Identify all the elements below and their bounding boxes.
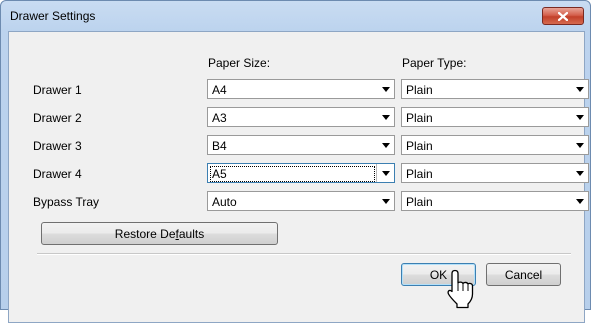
chevron-down-icon <box>377 192 394 210</box>
bypass-tray-paper-size-value: Auto <box>212 195 237 209</box>
drawer-3-paper-size-value: B4 <box>212 139 227 153</box>
bypass-tray-paper-type-value: Plain <box>406 195 433 209</box>
chevron-down-icon <box>377 80 394 98</box>
drawer-3-label: Drawer 3 <box>33 139 82 153</box>
restore-defaults-button[interactable]: Restore Defaults <box>41 222 278 245</box>
paper-type-header: Paper Type: <box>402 56 467 70</box>
drawer-2-paper-size-select[interactable]: A3 <box>207 107 395 127</box>
cancel-button[interactable]: Cancel <box>486 263 561 286</box>
close-button[interactable] <box>542 7 584 25</box>
paper-size-header: Paper Size: <box>208 56 271 70</box>
drawer-1-paper-size-select[interactable]: A4 <box>207 79 395 99</box>
drawer-1-paper-size-value: A4 <box>212 83 227 97</box>
drawer-4-paper-size-select[interactable]: A5 <box>207 163 395 183</box>
drawer-4-paper-type-select[interactable]: Plain <box>401 163 589 183</box>
chevron-down-icon <box>377 108 394 126</box>
cancel-label: Cancel <box>504 267 543 282</box>
drawer-1-paper-type-value: Plain <box>406 83 433 97</box>
chevron-down-icon <box>571 108 588 126</box>
separator <box>37 253 571 255</box>
chevron-down-icon <box>571 164 588 182</box>
chevron-down-icon <box>571 192 588 210</box>
window-title: Drawer Settings <box>10 9 96 23</box>
drawer-4-paper-size-value: A5 <box>210 166 375 182</box>
bypass-tray-label: Bypass Tray <box>33 195 100 209</box>
drawer-2-label: Drawer 2 <box>33 111 82 125</box>
bypass-tray-paper-type-select[interactable]: Plain <box>401 191 589 211</box>
chevron-down-icon <box>571 80 588 98</box>
drawer-2-paper-type-value: Plain <box>406 111 433 125</box>
drawer-3-paper-type-value: Plain <box>406 139 433 153</box>
chevron-down-icon <box>377 136 394 154</box>
chevron-down-icon <box>571 136 588 154</box>
dialog-window: Drawer Settings Paper Size: Paper Type: … <box>0 0 591 323</box>
drawer-4-label: Drawer 4 <box>33 167 82 181</box>
chevron-down-icon <box>376 164 394 182</box>
drawer-1-label: Drawer 1 <box>33 83 82 97</box>
close-icon <box>558 11 568 21</box>
title-bar[interactable]: Drawer Settings <box>1 1 590 31</box>
drawer-3-paper-type-select[interactable]: Plain <box>401 135 589 155</box>
drawer-3-paper-size-select[interactable]: B4 <box>207 135 395 155</box>
drawer-2-paper-type-select[interactable]: Plain <box>401 107 589 127</box>
drawer-1-paper-type-select[interactable]: Plain <box>401 79 589 99</box>
mouse-pointer-icon <box>446 269 480 312</box>
drawer-4-paper-type-value: Plain <box>406 167 433 181</box>
drawer-2-paper-size-value: A3 <box>212 111 227 125</box>
restore-defaults-label: Restore Defaults <box>114 226 205 241</box>
dialog-body: Paper Size: Paper Type: Drawer 1 A4 Plai… <box>8 31 589 323</box>
bypass-tray-paper-size-select[interactable]: Auto <box>207 191 395 211</box>
ok-label: OK <box>429 267 448 282</box>
